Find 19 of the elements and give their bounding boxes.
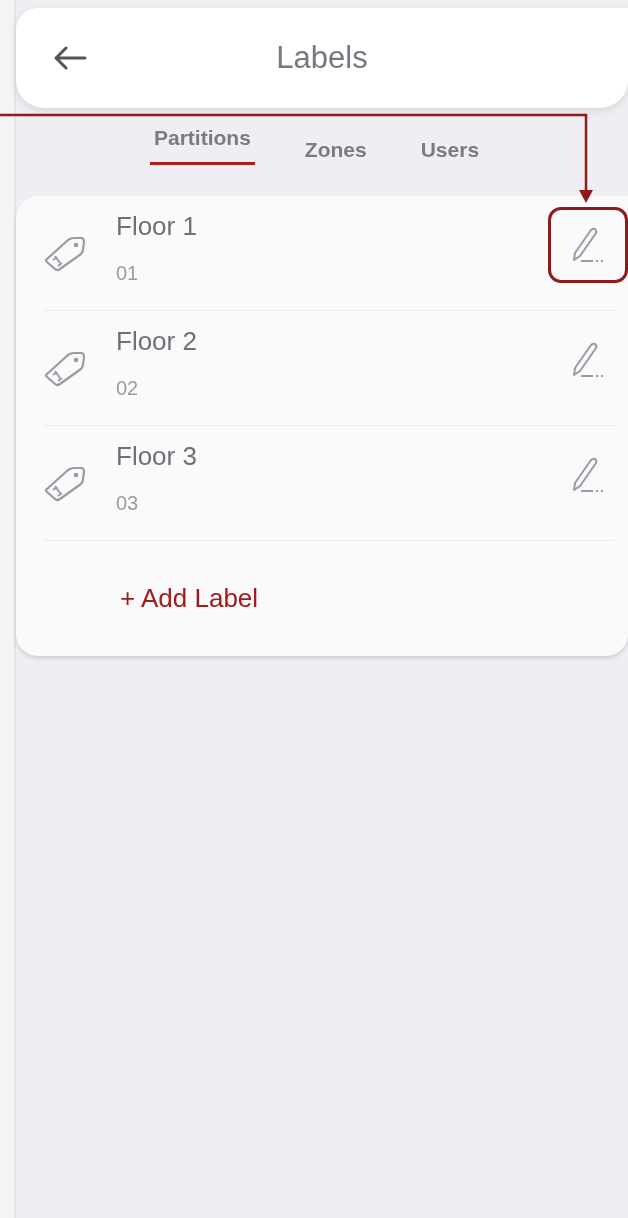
tag-icon [44, 464, 86, 502]
add-label-button[interactable]: + Add Label [116, 579, 263, 618]
edit-button[interactable] [548, 207, 628, 283]
tab[interactable]: Users [416, 134, 484, 177]
back-arrow-icon [53, 46, 87, 70]
page-title: Labels [275, 40, 369, 76]
pencil-icon [571, 341, 605, 379]
tab[interactable]: Zones [300, 134, 371, 177]
label-code: 02 [116, 377, 140, 400]
label-code: 01 [116, 262, 140, 285]
label-name: Floor 3 [116, 441, 198, 472]
tag-icon [44, 349, 86, 387]
label-name: Floor 2 [116, 326, 198, 357]
pencil-icon [571, 456, 605, 494]
tab[interactable]: Partitions [150, 122, 255, 165]
label-code: 03 [116, 492, 140, 515]
pencil-icon [571, 226, 605, 264]
tag-icon [44, 234, 86, 272]
label-name: Floor 1 [116, 211, 198, 242]
